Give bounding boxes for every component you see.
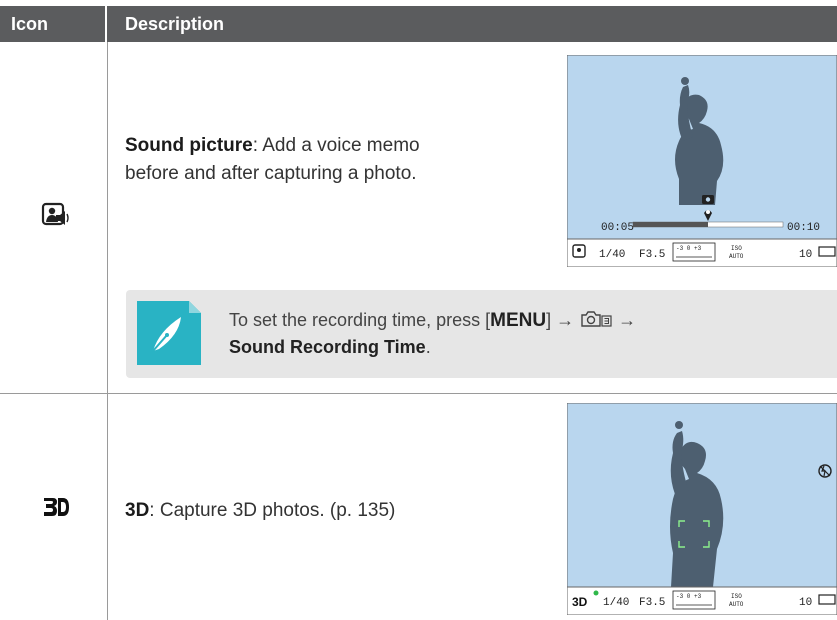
- header-icon-label: Icon: [11, 14, 49, 34]
- iso-value: AUTO: [729, 253, 744, 260]
- note-text: To set the recording time, press [MENU] …: [229, 310, 637, 357]
- 3d-title: 3D: [125, 500, 150, 521]
- status-dot: [593, 590, 599, 596]
- svg-text:3D: 3D: [572, 595, 588, 609]
- 3d-screen: 3D 1/40 F3.5 -3 0 +3 ISO AUTO 10: [567, 403, 837, 615]
- sound-picture-description: Sound picture: Add a voice memo before a…: [125, 132, 420, 188]
- iso-label: ISO: [731, 593, 742, 600]
- row-divider: [0, 393, 837, 394]
- sound-picture-line1: Add a voice memo: [258, 135, 420, 156]
- 3d-icon: [42, 495, 70, 524]
- sound-recording-time-label: Sound Recording Time: [229, 337, 426, 357]
- exposure-scale: -3 0 +3: [676, 593, 702, 600]
- shot-count: 10: [799, 249, 812, 261]
- 3d-description: 3D: Capture 3D photos. (p. 135): [125, 500, 396, 521]
- menu-key: MENU: [490, 310, 547, 331]
- recording-progress-fill: [633, 222, 708, 227]
- sound-picture-title: Sound picture: [125, 135, 253, 156]
- column-divider: [107, 42, 108, 620]
- iso-label: ISO: [731, 245, 742, 252]
- note-box: To set the recording time, press [MENU] …: [126, 290, 837, 378]
- sound-picture-icon: [41, 200, 71, 235]
- header-description-label: Description: [125, 14, 225, 34]
- aperture: F3.5: [639, 597, 665, 609]
- note-pen-icon: [137, 301, 201, 365]
- iso-value: AUTO: [729, 601, 744, 608]
- sound-picture-screen: 00:05 00:10 1/40 F3.5 -3 0 +3 ISO AUTO 1…: [567, 55, 837, 267]
- 3d-mode-icon: 3D: [572, 595, 588, 609]
- table-header: Icon Description: [0, 6, 837, 42]
- camera-menu-icon: [581, 311, 612, 327]
- shutter-speed: 1/40: [599, 249, 625, 261]
- time-end: 00:10: [787, 222, 820, 234]
- sound-picture-line2: before and after capturing a photo.: [125, 163, 417, 184]
- time-start: 00:05: [601, 222, 634, 234]
- 3d-line1: Capture 3D photos. (p. 135): [154, 500, 396, 521]
- aperture: F3.5: [639, 249, 665, 261]
- exposure-scale: -3 0 +3: [676, 245, 702, 252]
- shutter-speed: 1/40: [603, 597, 629, 609]
- shot-count: 10: [799, 597, 812, 609]
